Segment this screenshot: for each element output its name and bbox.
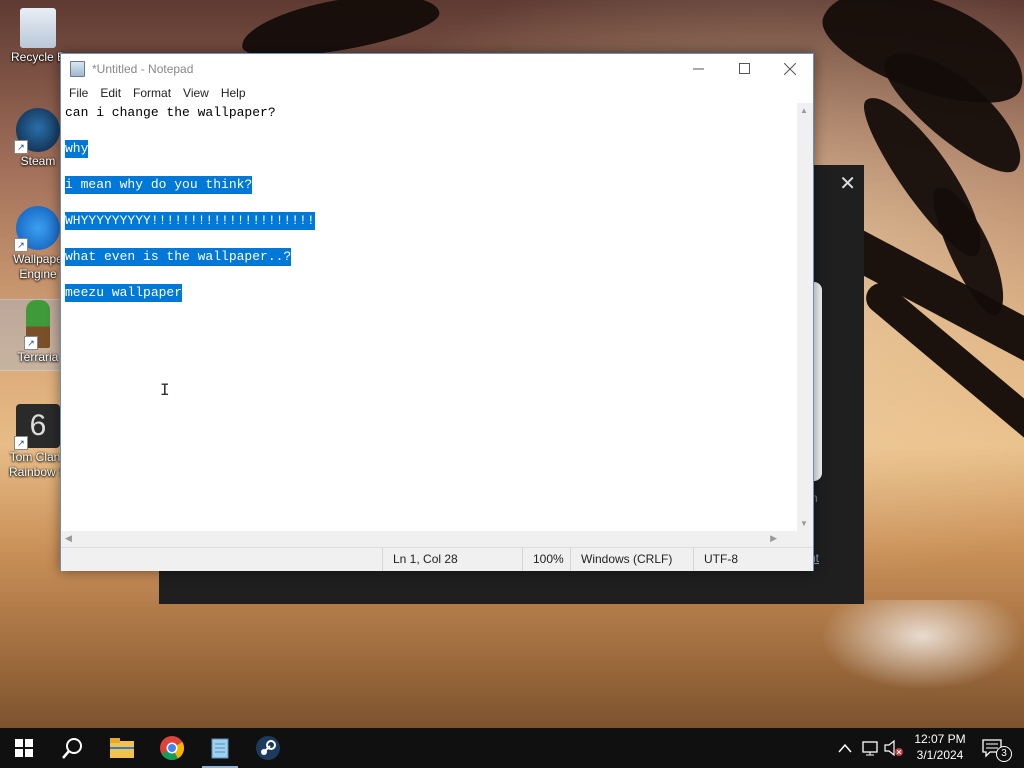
desktop-icon-label-line1: Tom Clanc — [9, 450, 67, 464]
scroll-right-icon[interactable]: ▶ — [770, 533, 777, 544]
status-line-ending: Windows (CRLF) — [570, 548, 691, 571]
chevron-up-icon — [838, 743, 852, 753]
volume-button[interactable] — [884, 728, 904, 768]
clock-time: 12:07 PM — [914, 732, 966, 746]
text-line-selected: what even is the wallpaper..? — [65, 248, 292, 266]
steam-icon — [256, 736, 280, 760]
desktop-icon-label: Steam — [20, 154, 56, 168]
notepad-icon — [70, 60, 85, 77]
file-explorer-button[interactable] — [98, 728, 146, 768]
horizontal-scrollbar[interactable]: ◀ ▶ — [61, 531, 797, 547]
title-bar[interactable]: *Untitled - Notepad — [61, 54, 813, 83]
steam-taskbar-button[interactable] — [244, 728, 292, 768]
menu-bar: File Edit Format View Help — [61, 83, 813, 103]
close-button[interactable] — [767, 54, 813, 83]
window-title: *Untitled - Notepad — [92, 61, 194, 76]
text-line-selected: meezu wallpaper — [65, 284, 183, 302]
search-button[interactable] — [48, 728, 96, 768]
taskbar: 12:07 PM 3/1/2024 3 — [0, 728, 1024, 768]
text-line-selected: WHYYYYYYYYY!!!!!!!!!!!!!!!!!!!!! — [65, 212, 315, 230]
notepad-window: *Untitled - Notepad File Edit Format Vie… — [60, 53, 814, 571]
status-position: Ln 1, Col 28 — [382, 548, 521, 571]
minimize-button[interactable] — [675, 54, 721, 83]
close-icon — [784, 62, 796, 75]
desktop-icon-label-line2: Engine — [19, 267, 57, 281]
volume-muted-icon — [884, 740, 903, 756]
network-icon — [862, 741, 878, 756]
shortcut-arrow-icon: ↗ — [14, 436, 28, 450]
desktop-icon-label-line2: Rainbow S — [8, 465, 68, 479]
network-button[interactable] — [862, 728, 880, 768]
notepad-icon — [211, 738, 229, 759]
scroll-up-icon[interactable]: ▲ — [800, 106, 808, 115]
desktop-icon-label-line1: Wallpape — [13, 252, 63, 266]
scroll-left-icon[interactable]: ◀ — [65, 533, 72, 544]
rainbow-six-icon: 6 ↗ — [14, 404, 60, 450]
scroll-down-icon[interactable]: ▼ — [800, 519, 808, 528]
menu-view[interactable]: View — [181, 86, 215, 100]
status-zoom: 100% — [522, 548, 571, 571]
text-line-selected: why — [65, 140, 89, 158]
shortcut-arrow-icon: ↗ — [14, 140, 28, 154]
action-center-button[interactable]: 3 — [982, 728, 1020, 768]
desktop-icon-label: Recycle B — [10, 50, 66, 64]
terraria-tree-icon: ↗ — [24, 300, 50, 350]
chrome-button[interactable] — [148, 728, 196, 768]
start-button[interactable] — [0, 728, 48, 768]
taskbar-clock[interactable]: 12:07 PM 3/1/2024 — [908, 731, 972, 763]
menu-file[interactable]: File — [67, 86, 94, 100]
text-line: can i change the wallpaper? — [65, 105, 276, 120]
chrome-icon — [160, 736, 184, 760]
text-editor[interactable]: can i change the wallpaper? why i mean w… — [61, 103, 797, 531]
folder-icon — [110, 738, 134, 758]
notepad-taskbar-button[interactable] — [196, 728, 244, 768]
notification-count-badge: 3 — [996, 746, 1012, 762]
search-icon — [62, 738, 82, 759]
scrollbar-corner — [797, 531, 813, 547]
shortcut-arrow-icon: ↗ — [14, 238, 28, 252]
maximize-icon — [738, 63, 750, 74]
maximize-button[interactable] — [721, 54, 767, 83]
minimize-icon — [692, 68, 704, 70]
recycle-bin-icon — [20, 8, 56, 48]
desktop-icon-label: Terraria — [17, 350, 59, 364]
menu-help[interactable]: Help — [219, 86, 252, 100]
status-encoding: UTF-8 — [693, 548, 804, 571]
vertical-scrollbar[interactable]: ▲ ▼ — [797, 103, 813, 531]
wallpaper-engine-icon: ↗ — [14, 206, 60, 252]
menu-format[interactable]: Format — [131, 86, 177, 100]
windows-logo-icon — [15, 739, 33, 757]
steam-icon: ↗ — [14, 108, 60, 154]
status-bar: Ln 1, Col 28 100% Windows (CRLF) UTF-8 — [61, 547, 813, 571]
text-cursor-icon: I — [160, 380, 170, 399]
text-line-selected: i mean why do you think? — [65, 176, 253, 194]
close-icon[interactable]: ✕ — [839, 171, 856, 196]
clock-date: 3/1/2024 — [916, 748, 964, 762]
menu-edit[interactable]: Edit — [98, 86, 127, 100]
show-hidden-icons-button[interactable] — [838, 728, 852, 768]
shortcut-arrow-icon: ↗ — [24, 336, 38, 350]
